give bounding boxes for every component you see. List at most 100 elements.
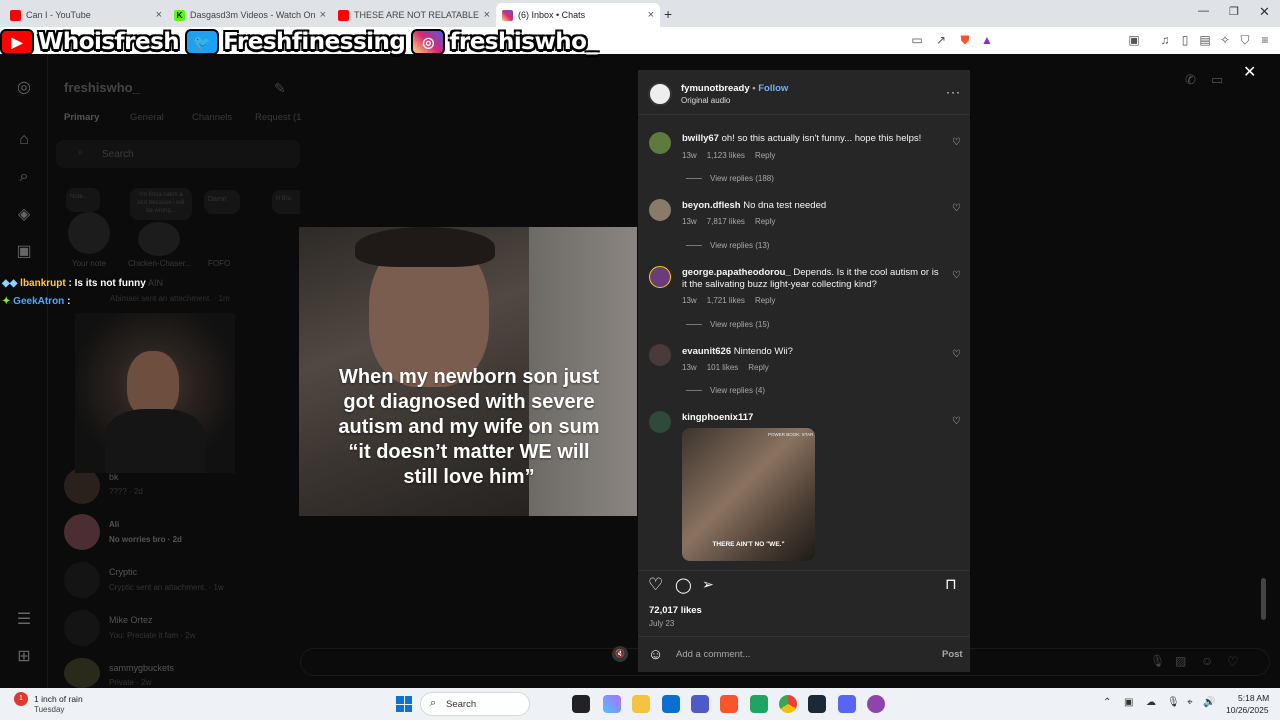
thread-name[interactable]: Cryptic bbox=[109, 567, 137, 577]
account-name[interactable]: freshiswho_ bbox=[64, 80, 140, 95]
thread-name[interactable]: Mike Ortez bbox=[109, 615, 153, 625]
comment-username[interactable]: kingphoenix117 bbox=[682, 412, 753, 423]
maximize-button[interactable]: ❐ bbox=[1229, 5, 1239, 18]
brave-icon[interactable] bbox=[720, 695, 738, 713]
leo-ai-icon[interactable]: ✧ bbox=[1218, 33, 1232, 47]
minimize-button[interactable]: — bbox=[1198, 5, 1209, 17]
video-call-icon[interactable]: ▭ bbox=[1211, 72, 1223, 88]
post-button[interactable]: Post bbox=[942, 649, 963, 660]
tab-general[interactable]: General bbox=[130, 112, 164, 123]
sticker-icon[interactable]: ☺ bbox=[1201, 654, 1213, 668]
author-name[interactable]: fymunotbready bbox=[681, 83, 750, 94]
comment-likes[interactable]: 1,123 likes bbox=[707, 151, 745, 160]
microphone-icon[interactable]: 🎙 bbox=[1167, 697, 1180, 708]
browser-tab[interactable]: K Dasgasd3m Videos - Watch On-Dem × bbox=[168, 3, 332, 27]
browser-tab[interactable]: Can I - YouTube × bbox=[4, 3, 168, 27]
compose-icon[interactable]: ✎ bbox=[274, 80, 286, 97]
reels-icon[interactable]: ▣ bbox=[14, 242, 34, 262]
close-tab-icon[interactable]: × bbox=[320, 9, 326, 21]
comment-gif[interactable]: POWER BOOK: STAR THERE AIN'T NO "WE." bbox=[682, 428, 815, 561]
task-view-icon[interactable] bbox=[572, 695, 590, 713]
thread-name[interactable]: bk bbox=[109, 472, 119, 482]
like-comment-icon[interactable]: ♡ bbox=[952, 349, 961, 360]
thread-name[interactable]: sammygbuckets bbox=[109, 663, 174, 673]
network-icon[interactable]: ⌖ bbox=[1187, 697, 1193, 708]
tray-icon[interactable]: ▣ bbox=[1124, 697, 1133, 708]
view-replies-button[interactable]: View replies (4) bbox=[686, 386, 765, 395]
menu-icon[interactable]: ☰ bbox=[14, 610, 34, 630]
new-tab-button[interactable]: + bbox=[664, 6, 672, 22]
teams-icon[interactable] bbox=[691, 695, 709, 713]
emoji-icon[interactable]: ☺ bbox=[648, 646, 663, 663]
panel-icon[interactable]: ▯ bbox=[1178, 33, 1192, 47]
more-options-icon[interactable]: ··· bbox=[946, 85, 961, 99]
explore-icon[interactable]: ◈ bbox=[14, 205, 34, 225]
comment-icon[interactable]: ◯ bbox=[675, 576, 692, 594]
rewards-icon[interactable]: ▲ bbox=[980, 33, 994, 47]
avatar[interactable] bbox=[68, 212, 110, 254]
browser-tab-active[interactable]: (6) Inbox • Chats × bbox=[496, 3, 660, 27]
like-comment-icon[interactable]: ♡ bbox=[952, 137, 961, 148]
comment-input[interactable]: Add a comment... bbox=[676, 649, 750, 660]
tab-requests[interactable]: Request (1 bbox=[255, 112, 301, 123]
call-icon[interactable]: ✆ bbox=[1185, 72, 1196, 88]
avatar[interactable] bbox=[649, 199, 671, 221]
microphone-icon[interactable]: 🎙 bbox=[1150, 654, 1165, 668]
more-apps-icon[interactable]: ⊞ bbox=[14, 647, 34, 667]
search-icon[interactable]: ⌕ bbox=[14, 167, 34, 187]
obs-icon[interactable] bbox=[867, 695, 885, 713]
media-icon[interactable]: ♫ bbox=[1158, 33, 1172, 47]
comment-username[interactable]: beyon.dflesh bbox=[682, 200, 741, 211]
mute-icon[interactable]: 🔇 bbox=[612, 646, 628, 662]
share-icon[interactable]: ➢ bbox=[702, 576, 714, 593]
comment-username[interactable]: evaunit626 bbox=[682, 346, 731, 357]
follow-button[interactable]: Follow bbox=[758, 83, 788, 94]
reply-button[interactable]: Reply bbox=[755, 296, 775, 305]
steam-icon[interactable] bbox=[808, 695, 826, 713]
cast-icon[interactable]: ▭ bbox=[910, 33, 924, 47]
weather-text[interactable]: 1 inch of rain bbox=[34, 694, 83, 704]
avatar[interactable] bbox=[648, 82, 672, 106]
avatar[interactable] bbox=[64, 514, 100, 550]
discord-icon[interactable] bbox=[838, 695, 856, 713]
like-comment-icon[interactable]: ♡ bbox=[952, 270, 961, 281]
view-replies-button[interactable]: View replies (13) bbox=[686, 241, 769, 250]
close-tab-icon[interactable]: × bbox=[156, 9, 162, 21]
heart-icon[interactable]: ♡ bbox=[1227, 654, 1239, 670]
avatar[interactable] bbox=[649, 132, 671, 154]
save-icon[interactable]: ⊓ bbox=[945, 575, 957, 593]
comment-likes[interactable]: 101 likes bbox=[707, 363, 739, 372]
audio-label[interactable]: Original audio bbox=[681, 96, 730, 105]
menu-icon[interactable]: ≡ bbox=[1258, 33, 1272, 47]
start-button[interactable] bbox=[396, 696, 412, 712]
taskbar-search[interactable]: ⌕ Search bbox=[420, 692, 530, 716]
browser-tab[interactable]: THESE ARE NOT RELATABLE MEMES × bbox=[332, 3, 496, 27]
like-comment-icon[interactable]: ♡ bbox=[952, 203, 961, 214]
avatar[interactable] bbox=[649, 411, 671, 433]
like-count[interactable]: 72,017 likes bbox=[649, 605, 702, 616]
avatar[interactable] bbox=[64, 658, 100, 688]
image-icon[interactable]: ▨ bbox=[1175, 654, 1186, 668]
tab-primary[interactable]: Primary bbox=[64, 112, 99, 123]
app-icon[interactable] bbox=[750, 695, 768, 713]
volume-icon[interactable]: 🔊 bbox=[1203, 697, 1215, 708]
home-icon[interactable]: ⌂ bbox=[14, 130, 34, 150]
tab-channels[interactable]: Channels bbox=[192, 112, 232, 123]
like-icon[interactable]: ♡ bbox=[648, 575, 663, 595]
close-tab-icon[interactable]: × bbox=[648, 9, 654, 21]
view-replies-button[interactable]: View replies (15) bbox=[686, 320, 769, 329]
thread-name[interactable]: Ali bbox=[109, 520, 119, 529]
close-tab-icon[interactable]: × bbox=[484, 9, 490, 21]
close-modal-icon[interactable]: ✕ bbox=[1243, 62, 1256, 82]
share-icon[interactable]: ↗ bbox=[934, 33, 948, 47]
avatar[interactable] bbox=[64, 468, 100, 504]
store-icon[interactable] bbox=[662, 695, 680, 713]
comment-likes[interactable]: 7,817 likes bbox=[707, 217, 745, 226]
wallet-icon[interactable]: ▤ bbox=[1198, 33, 1212, 47]
comment-username[interactable]: bwilly67 bbox=[682, 133, 719, 144]
like-comment-icon[interactable]: ♡ bbox=[952, 416, 961, 427]
vpn-icon[interactable]: ⛉ bbox=[1238, 33, 1252, 47]
avatar[interactable] bbox=[649, 344, 671, 366]
weather-icon[interactable]: 1 bbox=[14, 692, 28, 706]
avatar[interactable] bbox=[138, 222, 180, 256]
